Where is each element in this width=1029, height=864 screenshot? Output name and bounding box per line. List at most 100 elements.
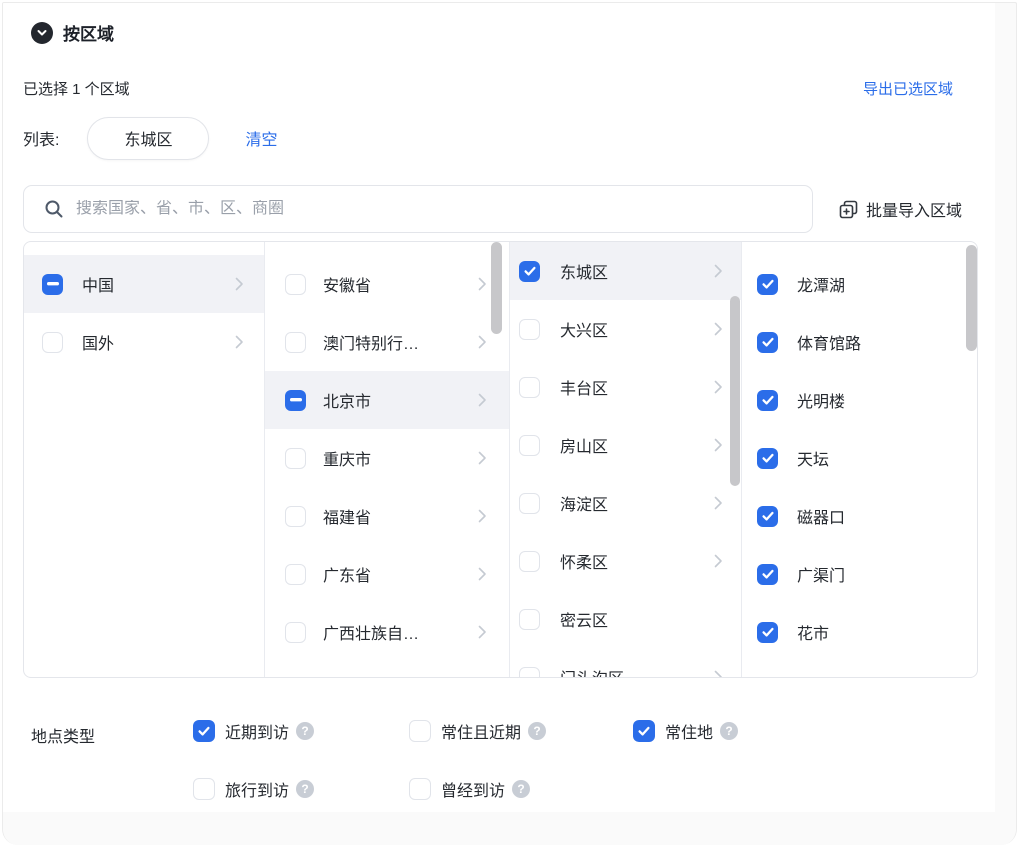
cascader-option-label: 密云区 [560,607,608,631]
scrollbar-thumb[interactable] [966,245,977,351]
location-type-option-label: 旅行到访 [225,777,289,801]
panel-footer [3,812,1016,845]
checkbox-unchecked-icon[interactable] [519,667,540,678]
checkbox-unchecked-icon[interactable] [519,551,540,572]
cascader-option[interactable]: 怀柔区 [510,532,741,590]
checkbox-unchecked-icon[interactable] [519,377,540,398]
cascader-option[interactable]: 北京市 [265,371,509,429]
help-icon[interactable]: ? [528,722,546,740]
help-icon[interactable]: ? [296,722,314,740]
list-label: 列表: [23,126,59,150]
checkbox-unchecked-icon[interactable] [285,564,306,585]
cascader-option-label: 花市 [797,620,829,644]
cascader-option-label: 福建省 [323,504,371,528]
checkbox-unchecked-icon[interactable] [285,506,306,527]
help-icon[interactable]: ? [720,722,738,740]
checkbox-indeterminate-icon[interactable] [285,390,306,411]
cascader-option[interactable]: 门头沟区 [510,648,741,677]
cascader-option-label: 丰台区 [560,375,608,399]
cascader-option[interactable]: 天坛 [742,429,978,487]
location-type-option[interactable]: 曾经到访? [409,777,633,801]
location-type-row: 近期到访?常住且近期?常住地? [193,719,738,743]
location-type-option[interactable]: 常住地? [633,719,738,743]
cascader-option[interactable]: 房山区 [510,416,741,474]
checkbox-indeterminate-icon[interactable] [42,274,63,295]
cascader-option[interactable]: 磁器口 [742,487,978,545]
checkbox-checked-icon[interactable] [757,564,778,585]
chevron-right-icon [478,335,487,349]
selection-summary: 已选择 1 个区域 [23,78,130,99]
export-selected-link[interactable]: 导出已选区域 [863,78,953,99]
location-type-option[interactable]: 常住且近期? [409,719,633,743]
checkbox-unchecked-icon[interactable] [409,720,431,742]
cascader-option[interactable]: 体育馆路 [742,313,978,371]
cascader-option[interactable]: 大兴区 [510,300,741,358]
checkbox-unchecked-icon[interactable] [519,493,540,514]
cascader-option[interactable]: 广东省 [265,545,509,603]
checkbox-unchecked-icon[interactable] [409,778,431,800]
checkbox-checked-icon[interactable] [757,448,778,469]
cascader-option-label: 体育馆路 [797,330,861,354]
checkbox-unchecked-icon[interactable] [285,622,306,643]
cascader-option[interactable]: 龙潭湖 [742,255,978,313]
cascader-option[interactable]: 密云区 [510,590,741,648]
chevron-right-icon [235,277,244,291]
clear-link[interactable]: 清空 [245,126,277,150]
checkbox-unchecked-icon[interactable] [519,609,540,630]
search-input[interactable] [76,200,812,218]
help-icon[interactable]: ? [296,780,314,798]
checkbox-unchecked-icon[interactable] [519,319,540,340]
location-type-option[interactable]: 近期到访? [193,719,409,743]
cascader-option[interactable]: 东城区 [510,242,741,300]
cascader-option[interactable]: 福建省 [265,487,509,545]
chevron-right-icon [478,393,487,407]
cascader-option[interactable]: 丰台区 [510,358,741,416]
batch-import-button[interactable]: 批量导入区域 [839,185,962,233]
scrollbar-thumb[interactable] [730,296,740,486]
cascader-option[interactable] [265,661,509,677]
cascader-option[interactable] [742,661,978,677]
cascader-option[interactable]: 澳门特别行… [265,313,509,371]
collapse-chevron-icon[interactable] [31,22,53,44]
location-type-option-label: 近期到访 [225,719,289,743]
cascader-option[interactable]: 花市 [742,603,978,661]
checkbox-checked-icon[interactable] [757,390,778,411]
scrollbar-thumb[interactable] [491,242,502,334]
cascader-option-label: 磁器口 [797,504,845,528]
cascader-option[interactable]: 国外 [24,313,264,371]
cascader-column-country: 中国国外 [24,242,265,677]
checkbox-checked-icon[interactable] [519,261,540,282]
checkbox-checked-icon[interactable] [757,332,778,353]
location-type-option[interactable]: 旅行到访? [193,777,409,801]
cascader-option[interactable]: 光明楼 [742,371,978,429]
cascader-option[interactable]: 安徽省 [265,255,509,313]
checkbox-checked-icon[interactable] [757,622,778,643]
checkbox-unchecked-icon[interactable] [285,274,306,295]
cascader-option-label: 重庆市 [323,446,371,470]
checkbox-unchecked-icon[interactable] [285,332,306,353]
location-type-label: 地点类型 [31,723,95,747]
checkbox-checked-icon[interactable] [633,720,655,742]
checkbox-unchecked-icon[interactable] [193,778,215,800]
cascader-option[interactable]: 海淀区 [510,474,741,532]
checkbox-unchecked-icon[interactable] [519,435,540,456]
checkbox-unchecked-icon[interactable] [42,332,63,353]
cascader-option-label: 大兴区 [560,317,608,341]
section-title: 按区域 [63,20,114,45]
checkbox-checked-icon[interactable] [193,720,215,742]
chevron-right-icon [478,625,487,639]
checkbox-unchecked-icon[interactable] [285,448,306,469]
cascader-option[interactable]: 中国 [24,255,264,313]
selected-region-tag[interactable]: 东城区 [87,117,209,160]
location-type-row: 旅行到访?曾经到访? [193,777,633,801]
help-icon[interactable]: ? [512,780,530,798]
chevron-right-icon [714,496,723,510]
cascader-option[interactable]: 广西壮族自… [265,603,509,661]
cascader-option[interactable]: 广渠门 [742,545,978,603]
checkbox-checked-icon[interactable] [757,506,778,527]
checkbox-checked-icon[interactable] [757,274,778,295]
chevron-right-icon [714,670,723,677]
cascader-option-label: 海淀区 [560,491,608,515]
cascader-option[interactable]: 重庆市 [265,429,509,487]
cascader-option-label: 国外 [82,330,114,354]
